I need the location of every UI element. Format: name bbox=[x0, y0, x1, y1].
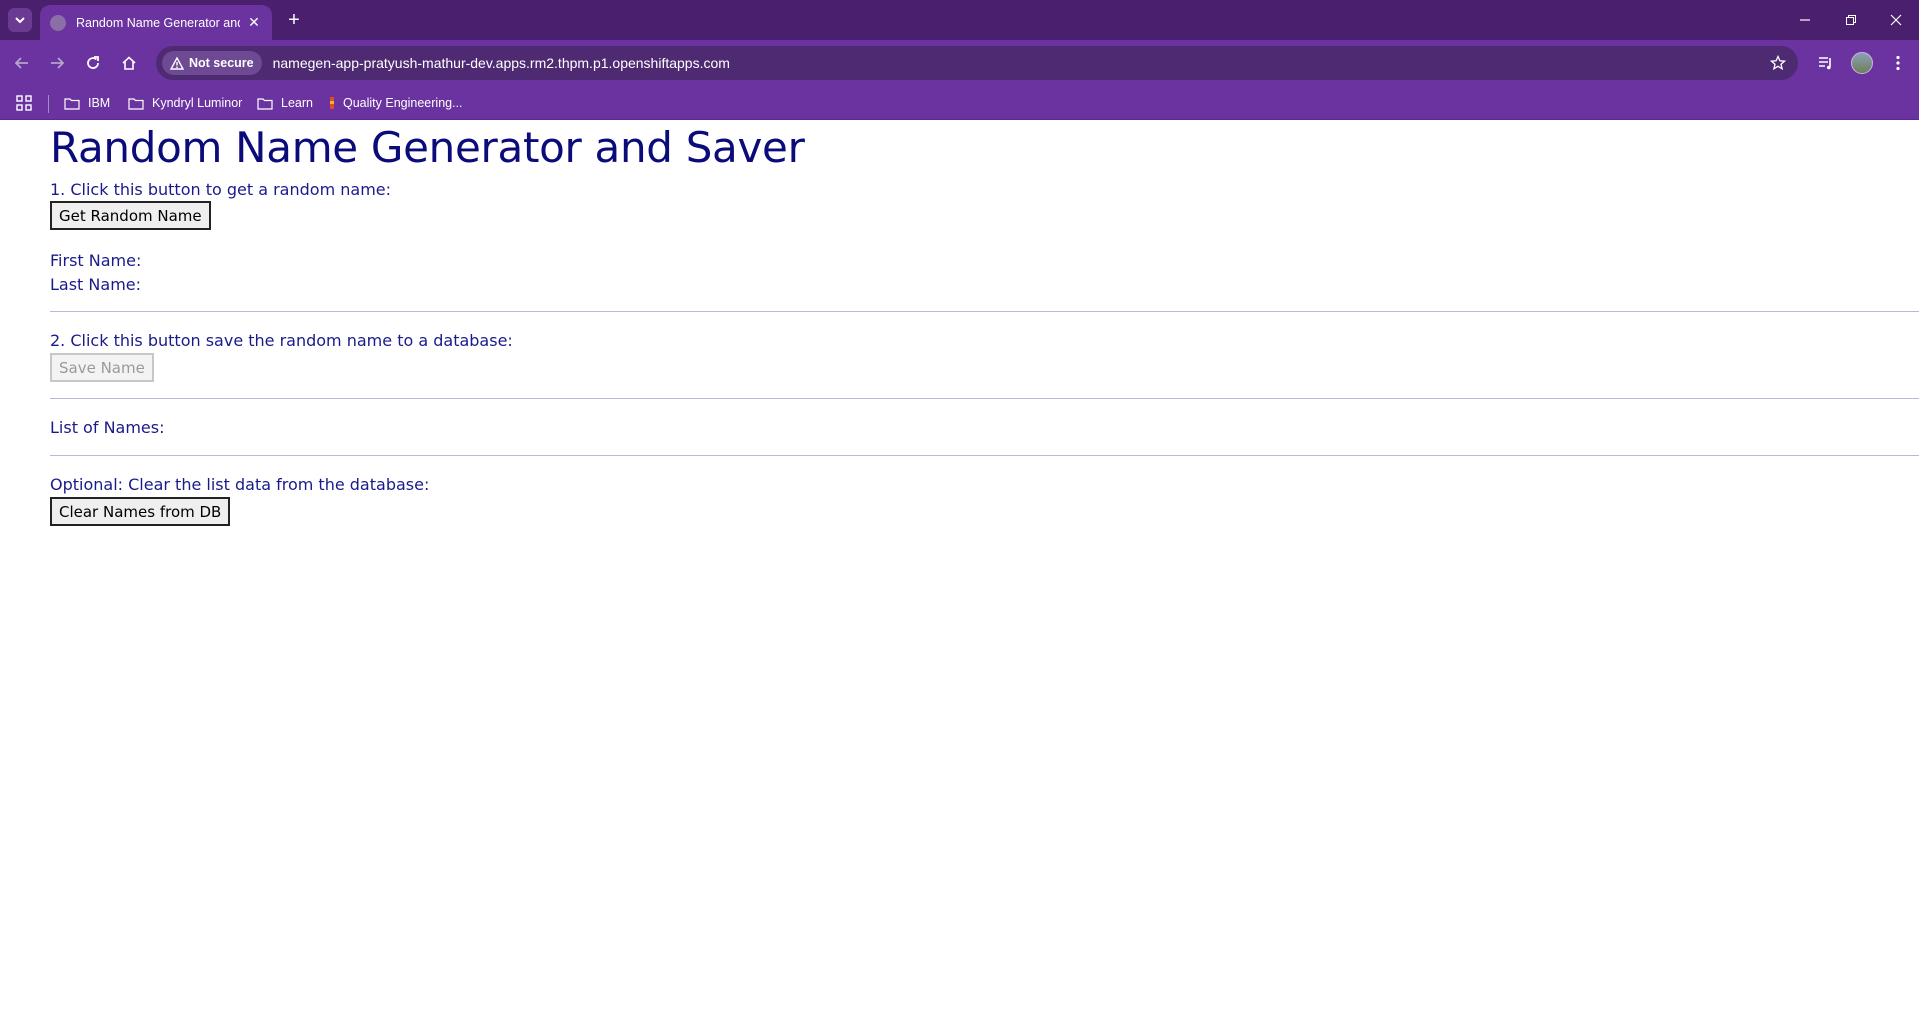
menu-button[interactable] bbox=[1884, 49, 1912, 77]
arrow-right-icon bbox=[51, 57, 65, 69]
folder-icon bbox=[257, 97, 273, 110]
profile-button[interactable] bbox=[1848, 49, 1876, 77]
divider bbox=[50, 398, 1919, 399]
bookmark-quality-engineering[interactable]: Quality Engineering... bbox=[329, 86, 463, 120]
bookmark-label: Kyndryl Luminor bbox=[152, 96, 243, 110]
list-of-names-label: List of Names: bbox=[50, 418, 165, 437]
divider bbox=[50, 455, 1919, 456]
new-tab-button[interactable]: + bbox=[282, 8, 306, 32]
page-content: Random Name Generator and Saver 1. Click… bbox=[0, 121, 1919, 1030]
bookmarks-separator bbox=[48, 95, 49, 113]
bookmark-label: Learn bbox=[281, 96, 313, 110]
folder-icon bbox=[128, 97, 144, 110]
divider bbox=[50, 311, 1919, 312]
close-window-icon[interactable] bbox=[1873, 0, 1919, 40]
tab-search-button[interactable] bbox=[8, 8, 32, 32]
get-random-name-button[interactable]: Get Random Name bbox=[50, 201, 211, 230]
reload-button[interactable] bbox=[79, 49, 107, 77]
minimize-icon[interactable] bbox=[1782, 0, 1828, 40]
restore-icon[interactable] bbox=[1828, 0, 1874, 40]
bookmark-favicon bbox=[330, 97, 334, 109]
bookmark-star-icon[interactable] bbox=[1768, 53, 1788, 73]
save-name-button[interactable]: Save Name bbox=[50, 353, 154, 382]
bookmark-label: Quality Engineering... bbox=[343, 96, 463, 110]
security-label: Not secure bbox=[189, 56, 254, 70]
tab-active[interactable]: Random Name Generator and Saver ✕ bbox=[40, 5, 272, 40]
bookmark-learn[interactable]: Learn bbox=[257, 86, 313, 120]
kebab-menu-icon bbox=[1896, 55, 1900, 71]
optional-instruction: Optional: Clear the list data from the d… bbox=[50, 475, 430, 494]
page-title: Random Name Generator and Saver bbox=[50, 123, 805, 172]
avatar bbox=[1851, 52, 1873, 74]
folder-icon bbox=[64, 97, 80, 110]
back-button[interactable] bbox=[8, 49, 36, 77]
bookmark-ibm[interactable]: IBM bbox=[64, 86, 110, 120]
tab-title: Random Name Generator and Saver bbox=[76, 15, 240, 30]
arrow-left-icon bbox=[14, 57, 28, 69]
tab-strip: Random Name Generator and Saver ✕ + bbox=[0, 0, 1919, 40]
address-bar[interactable]: Not secure namegen-app-pratyush-mathur-d… bbox=[156, 46, 1798, 80]
playlist-icon bbox=[1819, 57, 1831, 70]
home-button[interactable] bbox=[115, 49, 143, 77]
bookmark-label: IBM bbox=[88, 96, 111, 110]
last-name-label: Last Name: bbox=[50, 275, 142, 294]
security-indicator[interactable]: Not secure bbox=[162, 51, 262, 75]
step1-instruction: 1. Click this button to get a random nam… bbox=[50, 180, 392, 199]
chevron-down-icon bbox=[15, 17, 25, 24]
home-icon bbox=[122, 56, 136, 70]
step2-instruction: 2. Click this button save the random nam… bbox=[50, 331, 513, 350]
warning-icon bbox=[170, 56, 184, 70]
first-name-label: First Name: bbox=[50, 251, 142, 270]
media-controls-button[interactable] bbox=[1812, 49, 1840, 77]
reload-icon bbox=[87, 56, 99, 69]
close-tab-icon[interactable]: ✕ bbox=[246, 14, 262, 31]
browser-toolbar: Not secure namegen-app-pratyush-mathur-d… bbox=[0, 40, 1919, 86]
bookmark-kyndryl-luminor[interactable]: Kyndryl Luminor bbox=[128, 86, 242, 120]
apps-grid-icon[interactable] bbox=[16, 95, 34, 113]
clear-names-button[interactable]: Clear Names from DB bbox=[50, 497, 231, 526]
forward-button[interactable] bbox=[43, 49, 71, 77]
bookmarks-bar: IBM Kyndryl Luminor Learn Quality Engine… bbox=[0, 86, 1919, 120]
globe-icon bbox=[50, 14, 66, 31]
url-text: namegen-app-pratyush-mathur-dev.apps.rm2… bbox=[272, 55, 730, 71]
